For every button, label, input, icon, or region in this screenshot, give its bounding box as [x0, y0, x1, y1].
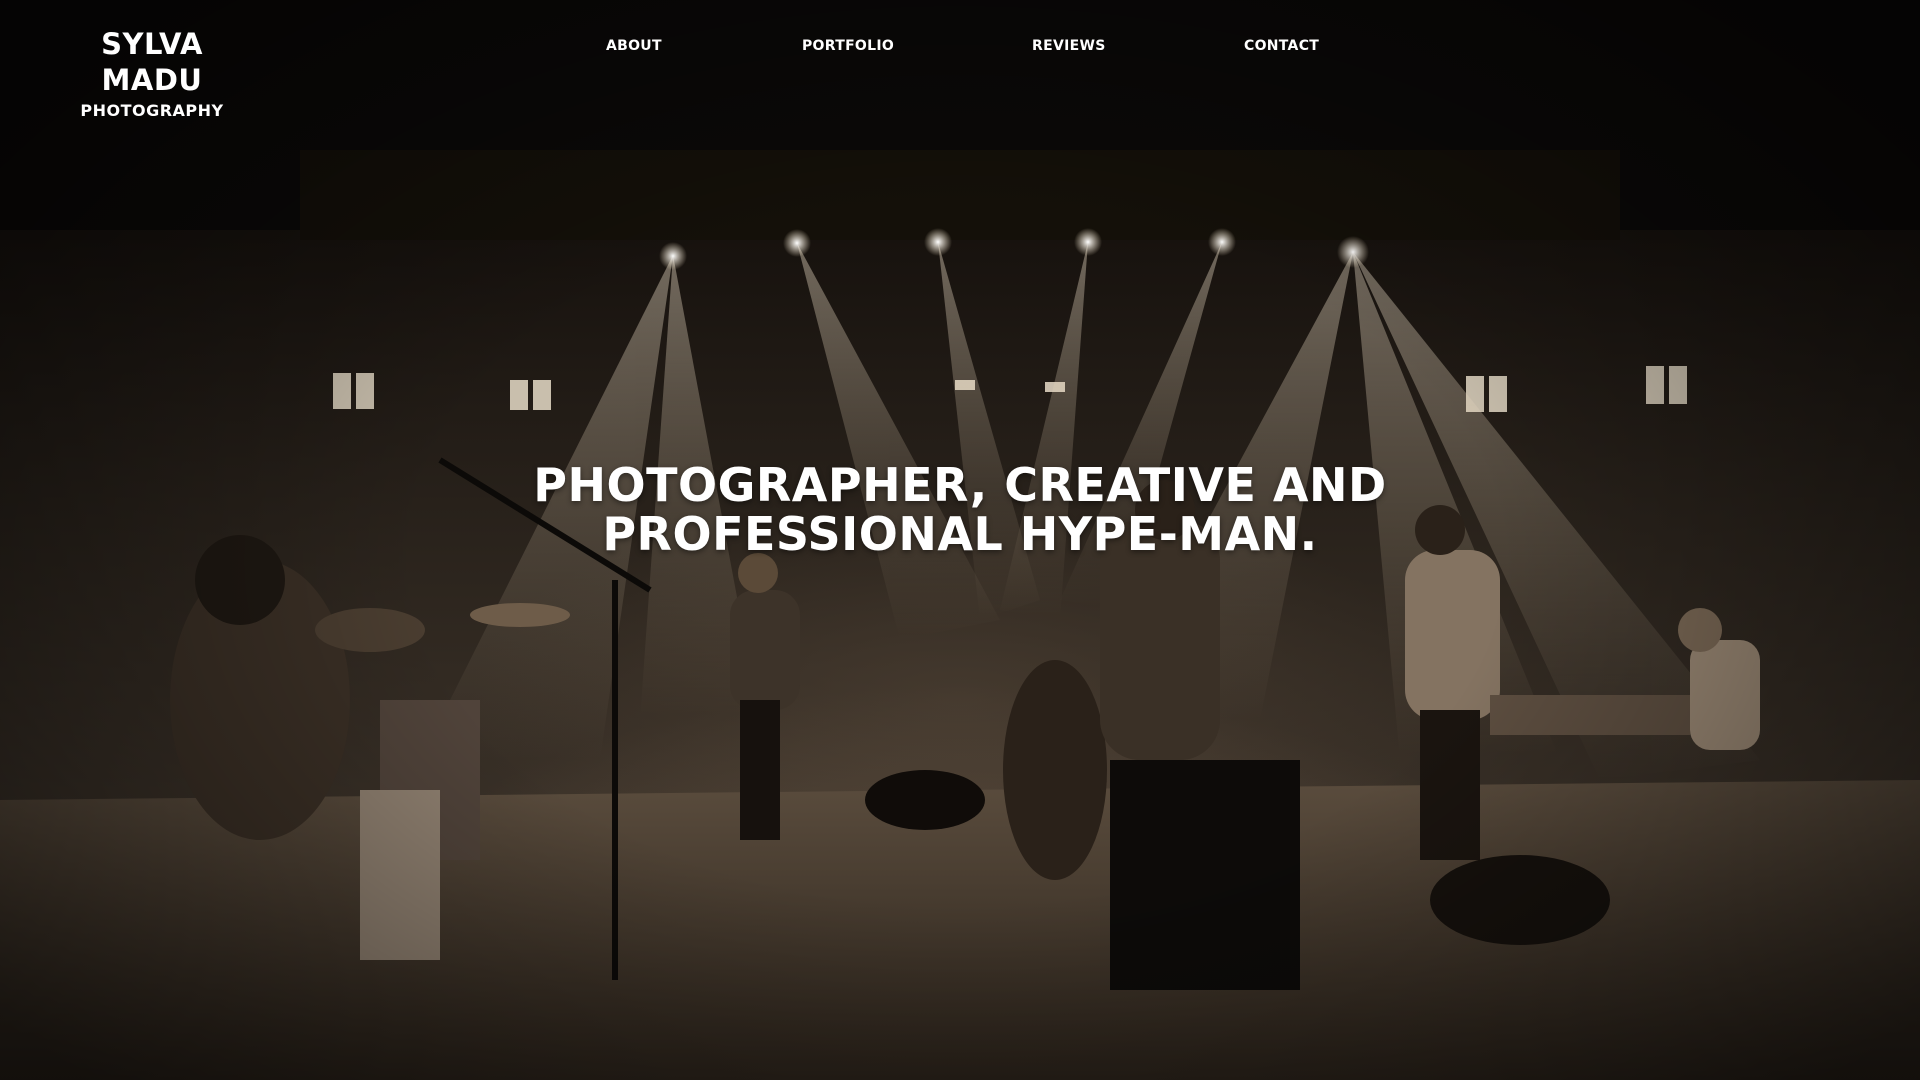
hero-section: SYLVA MADU PHOTOGRAPHY ABOUT PORTFOLIO R…: [0, 0, 1920, 1080]
brand-subtitle: PHOTOGRAPHY: [80, 101, 224, 120]
nav-link-portfolio[interactable]: PORTFOLIO: [802, 38, 894, 54]
hero-headline: PHOTOGRAPHER, CREATIVE AND PROFESSIONAL …: [360, 457, 1560, 561]
hero-headline-line-1: PHOTOGRAPHER, CREATIVE AND: [533, 457, 1387, 512]
main-nav: ABOUT PORTFOLIO REVIEWS CONTACT: [0, 38, 1920, 58]
nav-link-about[interactable]: ABOUT: [606, 38, 662, 54]
brand-name: SYLVA MADU: [101, 27, 203, 97]
nav-link-contact[interactable]: CONTACT: [1244, 38, 1319, 54]
nav-link-reviews[interactable]: REVIEWS: [1032, 38, 1106, 54]
hero-headline-line-2: PROFESSIONAL HYPE-MAN.: [602, 506, 1318, 561]
